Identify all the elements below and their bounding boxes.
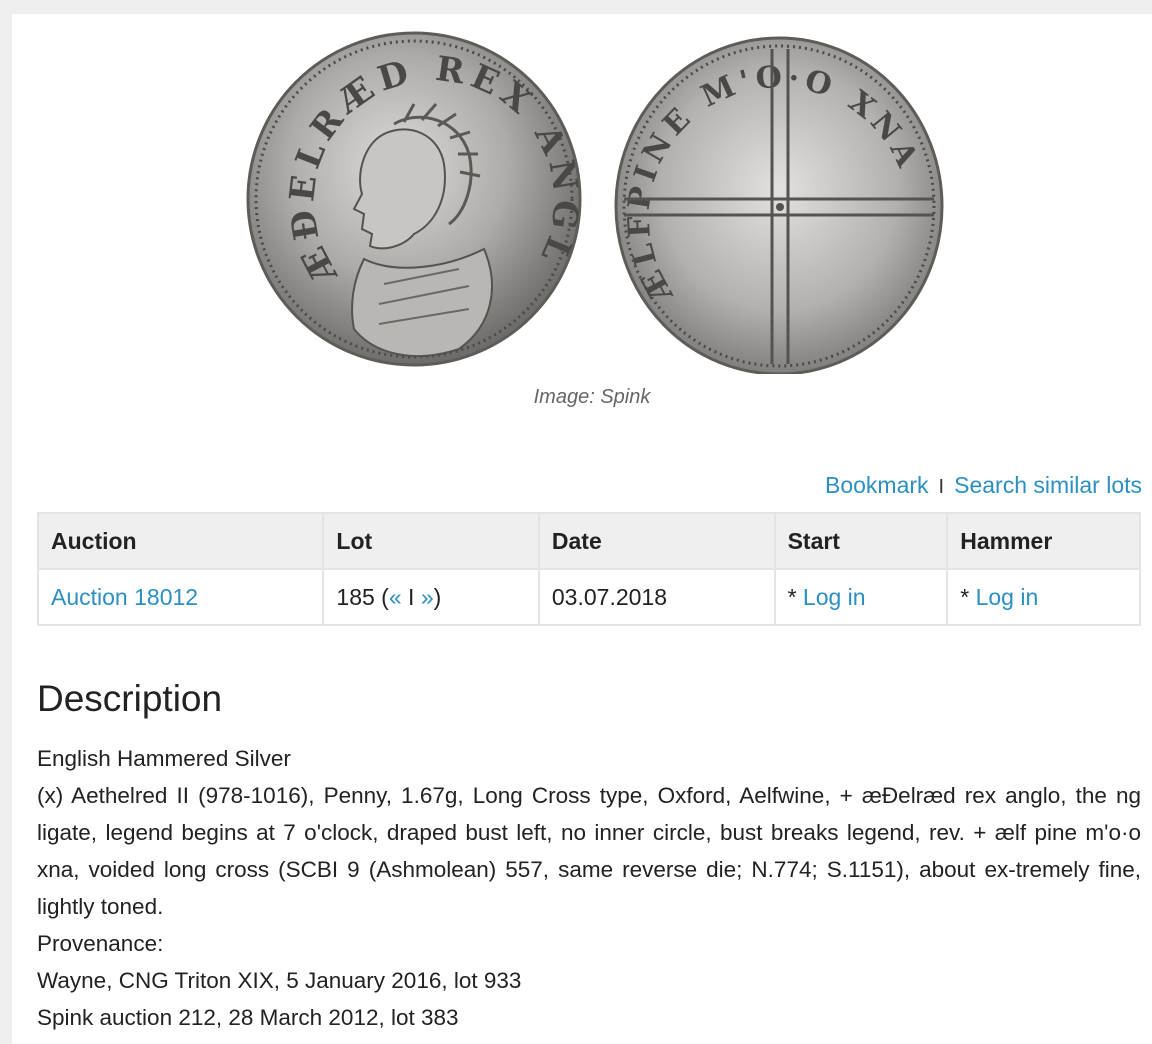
hammer-login-link[interactable]: Log in (976, 584, 1039, 610)
bookmark-link[interactable]: Bookmark (825, 472, 929, 498)
previous-lot-link[interactable]: « (389, 584, 402, 610)
auction-link[interactable]: Auction 18012 (51, 584, 198, 610)
cell-date: 03.07.2018 (537, 568, 776, 626)
start-prefix: * (787, 583, 797, 610)
provenance-label: Provenance: (37, 931, 164, 956)
header-hammer: Hammer (946, 512, 1141, 570)
header-date: Date (537, 512, 776, 570)
coin-obverse: ÆÐELRÆD REX ANGLO (244, 24, 582, 367)
description-body: English Hammered Silver (x) Aethelred II… (37, 740, 1141, 1036)
start-login-link[interactable]: Log in (803, 584, 866, 610)
provenance-item: Spink auction 212, 28 March 2012, lot 38… (37, 1005, 459, 1030)
cell-auction: Auction 18012 (36, 568, 325, 626)
table-header-row: Auction Lot Date Start Hammer (36, 512, 1141, 570)
coin-reverse: ÆLFPINE M'O·O XNA (614, 36, 944, 374)
header-start: Start (773, 512, 949, 570)
action-separator: I (938, 476, 945, 498)
next-lot-link[interactable]: » (421, 584, 434, 610)
header-lot: Lot (322, 512, 540, 570)
lot-info-table: Auction Lot Date Start Hammer Auction 18… (36, 512, 1141, 626)
lot-number: 185 (336, 583, 375, 610)
description-text: (x) Aethelred II (978-1016), Penny, 1.67… (37, 783, 1141, 919)
cell-start: * Log in (773, 568, 949, 626)
description-heading: Description (37, 678, 223, 719)
search-similar-lots-link[interactable]: Search similar lots (954, 472, 1142, 498)
lot-nav-separator: I (408, 583, 415, 610)
table-row: Auction 18012 185 (« I ») 03.07.2018 * L… (36, 568, 1141, 626)
cell-lot: 185 (« I ») (322, 568, 540, 626)
lot-page: ÆÐELRÆD REX ANGLO ÆLFPINE M'O·O XNA (12, 14, 1152, 1044)
hammer-prefix: * (960, 583, 970, 610)
lot-actions: Bookmark I Search similar lots (825, 472, 1142, 499)
header-auction: Auction (36, 512, 325, 570)
image-caption: Image: Spink (533, 386, 651, 408)
coin-image[interactable]: ÆÐELRÆD REX ANGLO ÆLFPINE M'O·O XNA (244, 24, 944, 374)
cell-hammer: * Log in (946, 568, 1141, 626)
provenance-item: Wayne, CNG Triton XIX, 5 January 2016, l… (37, 968, 522, 993)
description-category: English Hammered Silver (37, 746, 291, 771)
